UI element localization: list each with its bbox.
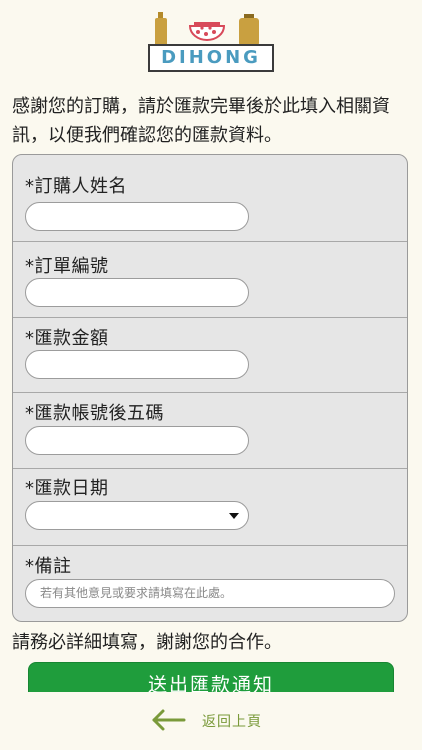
chevron-down-icon — [229, 513, 239, 519]
field-order-number: *訂單編號 — [13, 242, 407, 318]
amount-input[interactable] — [25, 350, 249, 379]
closing-note: 請務必詳細填寫，謝謝您的合作。 — [12, 632, 282, 653]
field-account-last5: *匯款帳號後五碼 — [13, 393, 407, 469]
remittance-form: *訂購人姓名 *訂單編號 *匯款金額 *匯款帳號後五碼 *匯款日期 *備註 若有… — [12, 154, 408, 622]
field-label: *訂單編號 — [25, 256, 109, 277]
field-remarks: *備註 若有其他意見或要求請填寫在此處。 — [13, 546, 407, 621]
remarks-textarea[interactable]: 若有其他意見或要求請填寫在此處。 — [25, 579, 395, 608]
account-last5-input[interactable] — [25, 426, 249, 455]
field-label: *匯款帳號後五碼 — [25, 403, 164, 424]
logo-wordmark: DIHONG — [148, 44, 274, 72]
field-remit-date: *匯款日期 — [13, 469, 407, 546]
field-label: *訂購人姓名 — [25, 176, 127, 197]
back-link[interactable]: 返回上頁 — [150, 708, 280, 734]
order-number-input[interactable] — [25, 278, 249, 307]
bottom-bar: 返回上頁 — [0, 692, 422, 750]
arrow-left-icon — [152, 709, 186, 731]
field-label: *備註 — [25, 556, 72, 577]
field-label: *匯款日期 — [25, 478, 109, 499]
orderer-name-input[interactable] — [25, 202, 249, 231]
intro-text: 感謝您的訂購，請於匯款完畢後於此填入相關資訊，以便我們確認您的匯款資料。 — [12, 96, 390, 146]
field-amount: *匯款金額 — [13, 318, 407, 393]
brand-logo: DIHONG — [140, 8, 280, 74]
kitchenware-logo-icon — [155, 12, 259, 46]
field-orderer-name: *訂購人姓名 — [13, 155, 407, 242]
back-label: 返回上頁 — [202, 714, 262, 730]
field-label: *匯款金額 — [25, 328, 109, 349]
remit-date-select[interactable] — [25, 501, 249, 530]
page: DIHONG 感謝您的訂購，請於匯款完畢後於此填入相關資訊，以便我們確認您的匯款… — [0, 0, 422, 750]
